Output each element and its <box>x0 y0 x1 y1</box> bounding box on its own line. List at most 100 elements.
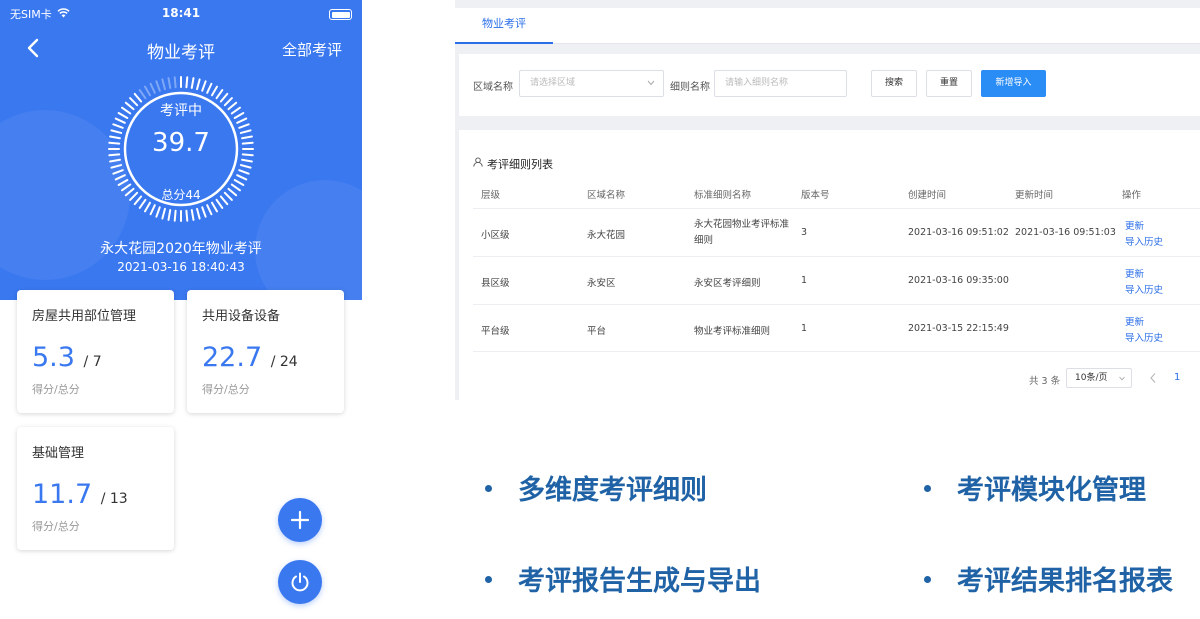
score-card-shared-equipment[interactable]: 共用设备设备 22.7 / 24 得分/总分 <box>187 290 344 413</box>
table-row: 平台级 平台 物业考评标准细则 1 2021-03-15 22:15:49 更新… <box>473 304 1200 352</box>
cell-version: 1 <box>801 275 808 286</box>
status-bar: 无SIM卡 18:41 <box>0 0 362 26</box>
gauge-tick <box>173 76 177 89</box>
page-size-select[interactable]: 10条/页 <box>1066 368 1132 388</box>
power-icon <box>291 572 309 592</box>
nav-bar: 物业考评 全部考评 <box>0 30 362 66</box>
battery-icon <box>329 9 352 20</box>
evaluation-date: 2021-03-16 18:40:43 <box>117 260 245 274</box>
gauge-tick <box>138 89 147 100</box>
reset-button[interactable]: 重置 <box>926 70 972 97</box>
update-link[interactable]: 更新 <box>1125 314 1144 328</box>
cell-level: 县区级 <box>481 278 510 289</box>
cell-created: 2021-03-16 09:51:02 <box>908 227 1009 238</box>
update-link[interactable]: 更新 <box>1125 218 1144 232</box>
pagination: 共 3 条 10条/页 1 <box>459 368 1200 390</box>
column-header: 版本号 <box>801 190 830 201</box>
column-header: 层级 <box>481 190 501 201</box>
card-score-value: 5.3 <box>32 342 75 373</box>
cell-level: 小区级 <box>481 230 510 241</box>
gauge-tick <box>149 82 156 94</box>
power-button[interactable] <box>278 560 322 604</box>
gauge-tick <box>201 80 207 92</box>
gauge-tick <box>206 82 213 94</box>
feature-text: 考评模块化管理 <box>957 475 1146 506</box>
import-history-link[interactable]: 导入历史 <box>1125 234 1163 248</box>
column-header: 操作 <box>1122 190 1142 201</box>
region-select[interactable]: 请选择区域 <box>519 70 664 97</box>
tab-property-evaluation[interactable]: 物业考评 <box>455 8 553 44</box>
card-score-total: / 13 <box>100 491 128 507</box>
clock: 18:41 <box>161 6 201 20</box>
gauge-tick <box>167 77 172 89</box>
chevron-left-icon[interactable] <box>1149 372 1157 384</box>
gauge-tick <box>155 206 161 218</box>
gauge-tick <box>190 209 195 221</box>
add-button[interactable] <box>278 498 322 542</box>
rule-name-input[interactable]: 请输入细则名称 <box>714 70 847 97</box>
update-link[interactable]: 更新 <box>1125 266 1144 280</box>
bullet-dot <box>485 576 492 583</box>
gauge-tick <box>161 78 166 91</box>
web-admin-screen: 物业考评 区域名称 请选择区域 细则名称 请输入细则名称 搜索 重置 新增导入 … <box>455 0 1200 400</box>
cell-rule-name: 物业考评标准细则 <box>694 326 771 337</box>
card-score-total: / 7 <box>83 354 102 370</box>
score-card-building-parts[interactable]: 房屋共用部位管理 5.3 / 7 得分/总分 <box>17 290 174 413</box>
cell-created: 2021-03-15 22:15:49 <box>908 323 1009 334</box>
feature-item: 考评结果排名报表 <box>924 559 1173 598</box>
card-subtitle: 得分/总分 <box>202 383 250 396</box>
feature-text: 考评报告生成与导出 <box>518 566 761 597</box>
gauge-tick <box>241 158 253 163</box>
feature-item: 考评模块化管理 <box>924 468 1146 507</box>
gauge-tick <box>206 204 213 216</box>
card-score-value: 22.7 <box>202 342 263 373</box>
gauge-tick <box>196 78 201 91</box>
import-history-link[interactable]: 导入历史 <box>1125 330 1163 344</box>
gauge-tick <box>112 169 124 175</box>
mobile-app-screen: 无SIM卡 18:41 物业考评 全部考评 考评中 39.7 总分44 永大花园… <box>0 0 362 619</box>
add-import-button[interactable]: 新增导入 <box>981 70 1046 97</box>
gauge-tick <box>236 174 248 181</box>
feature-item: 多维度考评细则 <box>485 468 707 507</box>
gauge-tick <box>173 209 177 222</box>
card-score-value: 11.7 <box>32 479 93 510</box>
cell-rule-name: 永大花园物业考评标准细则 <box>694 219 790 246</box>
total-count: 共 3 条 <box>1029 376 1061 387</box>
cell-version: 3 <box>801 227 808 238</box>
gauge-status-label: 考评中 <box>160 103 202 119</box>
evaluation-name: 永大花园2020年物业考评 <box>100 241 262 257</box>
cell-rule-name: 永安区考评细则 <box>694 278 761 289</box>
page-number-current[interactable]: 1 <box>1174 372 1180 383</box>
cell-region: 永大花园 <box>587 230 626 241</box>
gauge-score-value: 39.7 <box>152 128 210 158</box>
app-header: 无SIM卡 18:41 物业考评 全部考评 考评中 39.7 总分44 永大花园… <box>0 0 362 300</box>
card-subtitle: 得分/总分 <box>32 383 80 396</box>
bullet-dot <box>924 485 931 492</box>
gauge-tick <box>167 209 172 221</box>
cell-version: 1 <box>801 323 808 334</box>
region-label: 区域名称 <box>473 82 513 93</box>
gauge-tick <box>233 179 245 186</box>
card-score: 5.3 / 7 <box>32 342 102 373</box>
rule-name-label: 细则名称 <box>670 82 710 93</box>
column-header: 更新时间 <box>1015 190 1054 201</box>
feature-item: 考评报告生成与导出 <box>485 559 761 598</box>
search-button[interactable]: 搜索 <box>871 70 917 97</box>
list-title: 考评细则列表 <box>487 158 553 171</box>
feature-text: 考评结果排名报表 <box>957 566 1173 597</box>
score-card-basic-management[interactable]: 基础管理 11.7 / 13 得分/总分 <box>17 427 174 550</box>
gauge-tick <box>144 85 151 97</box>
gauge-tick <box>196 207 201 220</box>
bullet-dot <box>924 576 931 583</box>
score-gauge: 考评中 39.7 总分44 <box>106 74 256 224</box>
all-evaluations-link[interactable]: 全部考评 <box>282 39 342 60</box>
gauge-tick <box>215 89 224 100</box>
import-history-link[interactable]: 导入历史 <box>1125 282 1163 296</box>
gauge-tick <box>190 77 195 89</box>
feature-text: 多维度考评细则 <box>518 475 707 506</box>
gauge-tick <box>238 169 250 175</box>
gauge-total-score: 总分44 <box>161 188 201 202</box>
rules-list-panel: 考评细则列表 层级 区域名称 标准细则名称 版本号 创建时间 更新时间 操作 小… <box>459 130 1200 400</box>
card-title: 共用设备设备 <box>202 309 281 324</box>
page-size-value: 10条/页 <box>1075 373 1108 383</box>
